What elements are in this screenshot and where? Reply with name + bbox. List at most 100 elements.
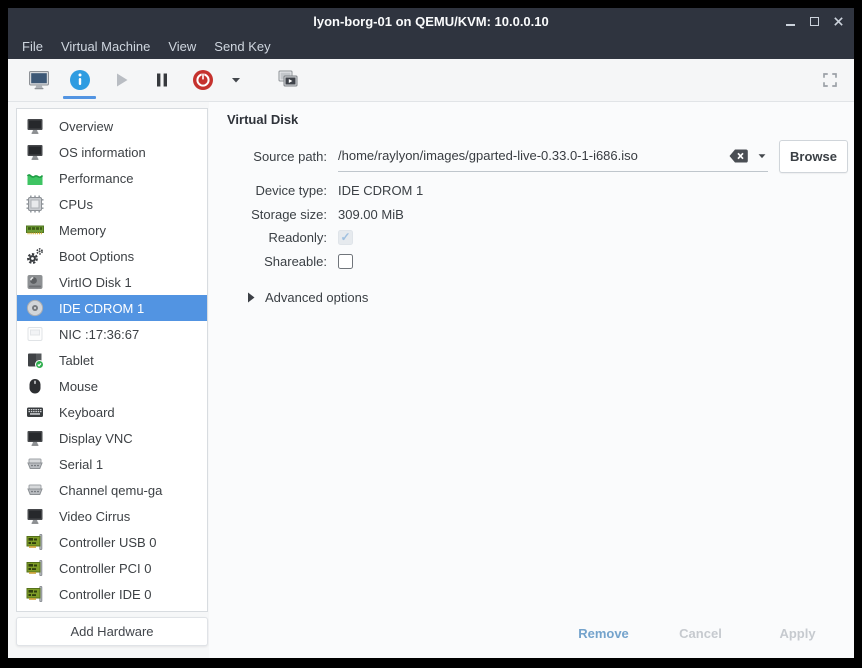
close-button[interactable] <box>830 13 846 29</box>
advanced-options-expander[interactable]: Advanced options <box>247 290 846 305</box>
sidebar-item-label: CPUs <box>59 197 93 212</box>
source-path-input[interactable]: /home/raylyon/images/gparted-live-0.33.0… <box>338 141 768 172</box>
toolbar-buttons <box>18 59 308 101</box>
sidebar: Overview OS information Performance CPUs Mem… <box>16 108 208 646</box>
sidebar-item-memory[interactable]: Memory <box>17 217 207 243</box>
apply-button[interactable]: Apply <box>755 620 840 646</box>
mouse-icon <box>25 376 45 396</box>
sidebar-item-label: Boot Options <box>59 249 134 264</box>
fullscreen-button[interactable] <box>816 66 844 94</box>
action-bar: Remove Cancel Apply <box>561 620 840 646</box>
sidebar-item-virtio-disk-1[interactable]: VirtIO Disk 1 <box>17 269 207 295</box>
minimize-icon <box>786 24 795 26</box>
sidebar-item-label: Controller PCI 0 <box>59 561 151 576</box>
cancel-button[interactable]: Cancel <box>658 620 743 646</box>
maximize-icon <box>810 17 819 26</box>
sidebar-item-label: Video Cirrus <box>59 509 130 524</box>
sidebar-item-label: NIC :17:36:67 <box>59 327 139 342</box>
window-title: lyon-borg-01 on QEMU/KVM: 10.0.0.10 <box>8 14 854 29</box>
monitor-icon <box>25 428 45 448</box>
chevron-down-icon[interactable] <box>756 150 768 162</box>
browse-button[interactable]: Browse <box>779 140 848 173</box>
shareable-row: Shareable: <box>227 249 846 273</box>
toolbar-shutdown-menu-button[interactable] <box>223 59 249 101</box>
sidebar-item-boot-options[interactable]: Boot Options <box>17 243 207 269</box>
sidebar-item-label: Tablet <box>59 353 94 368</box>
sidebar-item-channel-qemu-ga[interactable]: Channel qemu-ga <box>17 477 207 503</box>
sidebar-item-serial-1[interactable]: Serial 1 <box>17 451 207 477</box>
maximize-button[interactable] <box>806 13 822 29</box>
menu-send-key[interactable]: Send Key <box>205 39 279 54</box>
titlebar[interactable]: lyon-borg-01 on QEMU/KVM: 10.0.0.10 <box>8 8 854 34</box>
sidebar-item-controller-usb-0[interactable]: Controller USB 0 <box>17 529 207 555</box>
sidebar-item-display-vnc[interactable]: Display VNC <box>17 425 207 451</box>
sidebar-item-nic-17-36-67[interactable]: NIC :17:36:67 <box>17 321 207 347</box>
device-type-value: IDE CDROM 1 <box>338 183 846 198</box>
keyboard-icon <box>25 402 45 422</box>
toolbar-virtual-displays-button[interactable] <box>267 59 308 101</box>
sidebar-item-label: IDE CDROM 1 <box>59 301 144 316</box>
remove-button[interactable]: Remove <box>561 620 646 646</box>
memory-icon <box>25 220 45 240</box>
pause-icon <box>150 68 174 92</box>
sidebar-item-label: Channel qemu-ga <box>59 483 162 498</box>
console-monitor-icon <box>27 68 51 92</box>
toolbar-show-details-button[interactable] <box>59 59 100 101</box>
source-path-value: /home/raylyon/images/gparted-live-0.33.0… <box>338 148 721 163</box>
caret-down-icon <box>229 73 243 87</box>
pci-icon <box>25 558 45 578</box>
sidebar-item-label: Performance <box>59 171 133 186</box>
sidebar-item-keyboard[interactable]: Keyboard <box>17 399 207 425</box>
gear-icon <box>25 246 45 266</box>
pci-icon <box>25 584 45 604</box>
page-title: Virtual Disk <box>227 112 846 127</box>
window-controls <box>782 8 846 34</box>
menu-virtual-machine[interactable]: Virtual Machine <box>52 39 159 54</box>
sidebar-item-partial[interactable] <box>17 607 207 612</box>
toolbar-pause-button[interactable] <box>141 59 182 101</box>
serial-icon <box>25 454 45 474</box>
minimize-button[interactable] <box>782 13 798 29</box>
source-path-row: Source path: /home/raylyon/images/gparte… <box>227 137 846 175</box>
sidebar-item-performance[interactable]: Performance <box>17 165 207 191</box>
menu-file[interactable]: File <box>13 39 52 54</box>
clear-icon[interactable] <box>728 148 749 164</box>
sidebar-item-video-cirrus[interactable]: Video Cirrus <box>17 503 207 529</box>
readonly-checkbox[interactable] <box>338 230 353 245</box>
source-path-label: Source path: <box>227 149 327 164</box>
sidebar-item-mouse[interactable]: Mouse <box>17 373 207 399</box>
add-hardware-button[interactable]: Add Hardware <box>16 617 208 646</box>
cdrom-icon <box>25 298 45 318</box>
sidebar-item-tablet[interactable]: Tablet <box>17 347 207 373</box>
sidebar-item-label: Display VNC <box>59 431 133 446</box>
performance-icon <box>25 168 45 188</box>
sidebar-item-cpus[interactable]: CPUs <box>17 191 207 217</box>
menu-view[interactable]: View <box>159 39 205 54</box>
virt-manager-window: lyon-borg-01 on QEMU/KVM: 10.0.0.10 File… <box>8 8 854 658</box>
sidebar-item-label: Controller USB 0 <box>59 535 157 550</box>
shareable-label: Shareable: <box>227 254 327 269</box>
disk-icon <box>25 272 45 292</box>
tablet-icon <box>25 350 45 370</box>
multi-display-icon <box>276 68 300 92</box>
main-panel: Virtual Disk Source path: /home/raylyon/… <box>209 102 854 658</box>
nic-icon <box>25 324 45 344</box>
device-type-row: Device type: IDE CDROM 1 <box>227 177 846 203</box>
sidebar-item-os-information[interactable]: OS information <box>17 139 207 165</box>
screen: lyon-borg-01 on QEMU/KVM: 10.0.0.10 File… <box>0 0 862 668</box>
shareable-checkbox[interactable] <box>338 254 353 269</box>
close-icon <box>833 16 844 27</box>
toolbar-shutdown-button[interactable] <box>182 59 223 101</box>
monitor-icon <box>25 116 45 136</box>
toolbar-show-console-button[interactable] <box>18 59 59 101</box>
sidebar-item-overview[interactable]: Overview <box>17 113 207 139</box>
sidebar-item-ide-cdrom-1[interactable]: IDE CDROM 1 <box>17 295 207 321</box>
sidebar-item-label: Mouse <box>59 379 98 394</box>
readonly-row: Readonly: <box>227 225 846 249</box>
toolbar-run-button[interactable] <box>100 59 141 101</box>
sidebar-item-label: OS information <box>59 145 146 160</box>
sidebar-item-controller-ide-0[interactable]: Controller IDE 0 <box>17 581 207 607</box>
serial-icon <box>25 480 45 500</box>
play-icon <box>109 68 133 92</box>
sidebar-item-controller-pci-0[interactable]: Controller PCI 0 <box>17 555 207 581</box>
